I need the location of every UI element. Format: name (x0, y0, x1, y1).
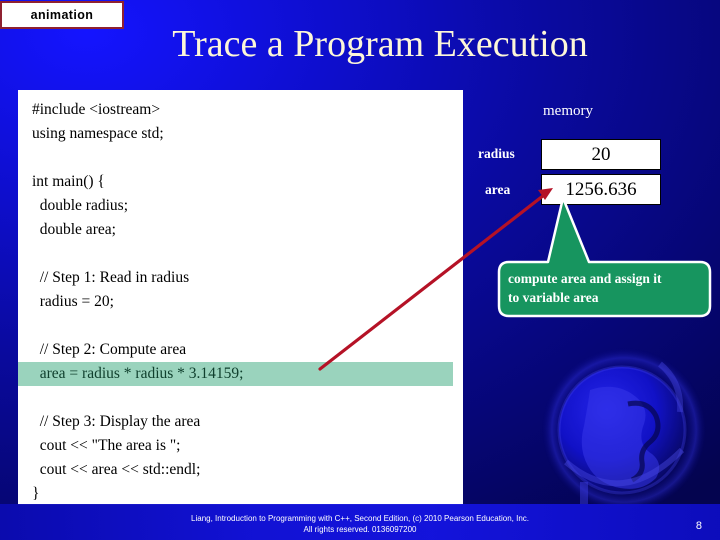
code-line: // Step 2: Compute area (32, 341, 187, 358)
memory-row-label-area: area (485, 182, 511, 197)
code-line: int main() { (32, 173, 105, 190)
code-line: radius = 20; (32, 293, 114, 310)
animation-badge: animation (0, 1, 124, 29)
memory-row-label-radius: radius (478, 146, 515, 161)
memory-cell-area: 1256.636 (541, 174, 661, 205)
memory-cell-radius: 20 (541, 139, 661, 170)
code-line: cout << area << std::endl; (32, 461, 201, 478)
memory-heading: memory (543, 103, 593, 119)
slide-canvas: animation Trace a Program Execution #inc… (0, 0, 720, 540)
code-line: // Step 3: Display the area (32, 413, 201, 430)
code-panel: #include <iostream> using namespace std;… (18, 90, 463, 505)
callout-line-1: compute area and assign it (508, 271, 662, 286)
code-line: using namespace std; (32, 125, 164, 142)
code-line: // Step 1: Read in radius (32, 269, 190, 286)
code-line: #include <iostream> (32, 101, 161, 118)
callout-line-2: to variable area (508, 290, 599, 305)
globe-icon (532, 342, 712, 522)
callout-text: compute area and assign it to variable a… (508, 269, 704, 307)
footer-line-2: All rights reserved. 0136097200 (303, 525, 417, 534)
code-line: cout << "The area is "; (32, 437, 181, 454)
code-line-highlighted: area = radius * radius * 3.14159; (18, 362, 453, 386)
footer-line-1: Liang, Introduction to Programming with … (191, 514, 529, 523)
animation-badge-label: animation (30, 8, 94, 22)
code-line: double area; (32, 221, 116, 238)
page-title: Trace a Program Execution (172, 23, 588, 65)
footer-credit: Liang, Introduction to Programming with … (110, 513, 610, 535)
code-line: } (32, 485, 40, 502)
code-line: double radius; (32, 197, 128, 214)
page-number: 8 (695, 520, 702, 532)
